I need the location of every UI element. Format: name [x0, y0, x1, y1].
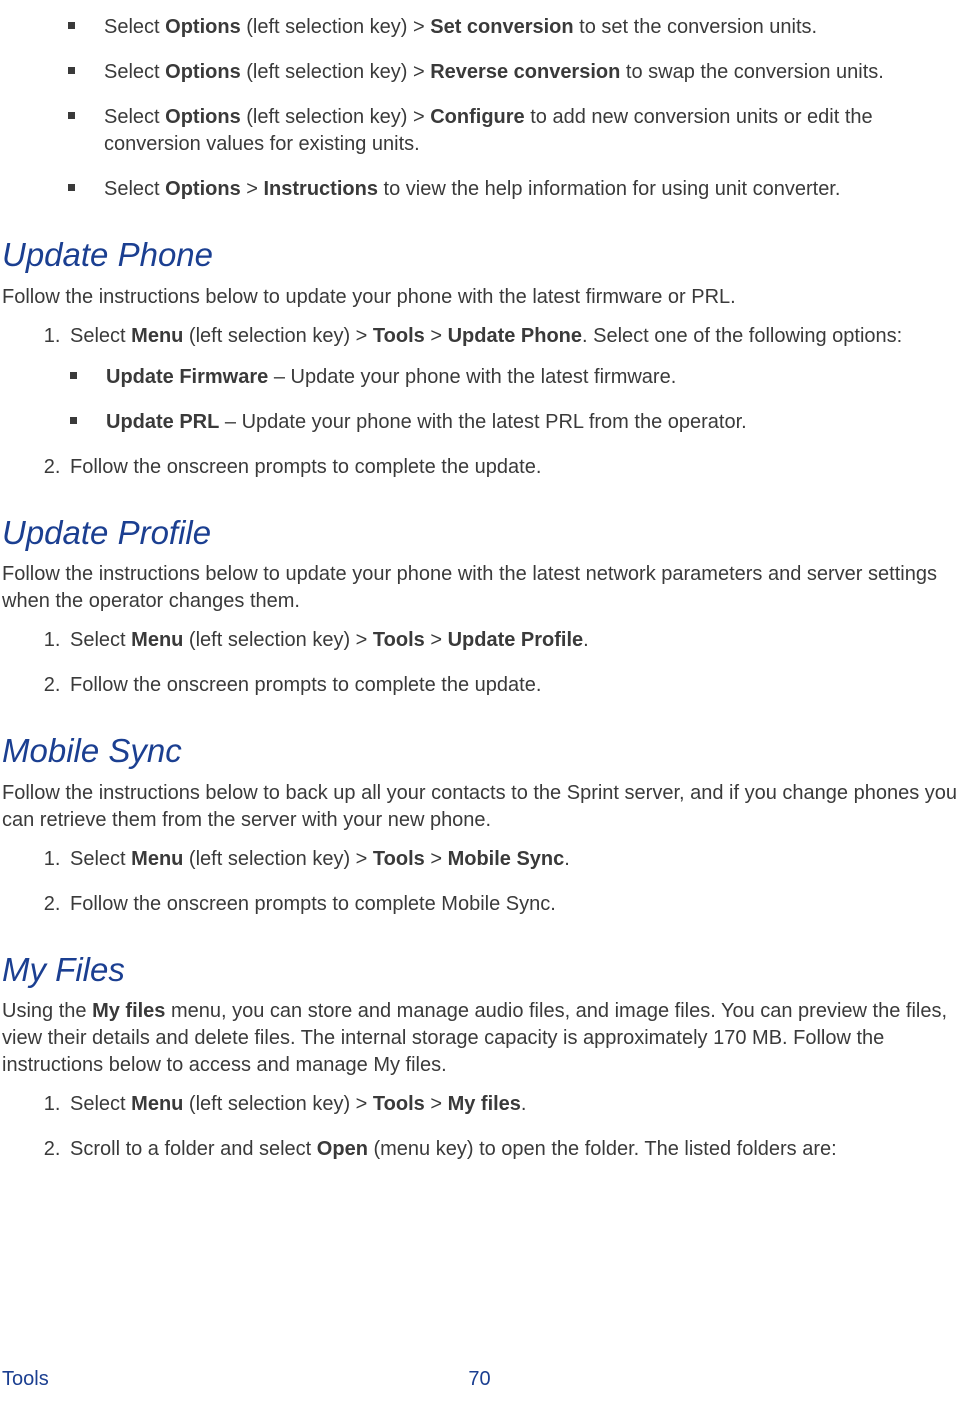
bold-text: Options	[165, 106, 241, 128]
text-run: – Update your phone with the latest PRL …	[219, 411, 746, 433]
text-run: >	[425, 325, 448, 347]
text-run: .	[521, 1093, 527, 1115]
intro-update-phone: Follow the instructions below to update …	[2, 284, 957, 311]
bold-text: Instructions	[264, 178, 378, 200]
list-item: Select Menu (left selection key) > Tools…	[66, 323, 957, 436]
bold-text: Update Firmware	[106, 366, 268, 388]
text-run: (left selection key) >	[241, 16, 431, 38]
text-run: Using the	[2, 1000, 92, 1022]
list-item: Select Options (left selection key) > Re…	[68, 59, 957, 86]
list-item: Select Menu (left selection key) > Tools…	[66, 627, 957, 654]
intro-update-profile: Follow the instructions below to update …	[2, 561, 957, 615]
text-run: Select	[104, 178, 165, 200]
list-item: Select Menu (left selection key) > Tools…	[66, 846, 957, 873]
bold-text: Update Phone	[448, 325, 582, 347]
list-item: Select Options (left selection key) > Co…	[68, 104, 957, 158]
text-run: (left selection key) >	[183, 325, 373, 347]
update-phone-steps: Select Menu (left selection key) > Tools…	[38, 323, 957, 481]
list-item: Update Firmware – Update your phone with…	[70, 364, 957, 391]
bold-text: Menu	[131, 629, 183, 651]
list-item: Follow the onscreen prompts to complete …	[66, 891, 957, 918]
text-run: (left selection key) >	[241, 106, 431, 128]
text-run: >	[425, 848, 448, 870]
text-run: .	[583, 629, 589, 651]
heading-update-profile: Update Profile	[2, 511, 957, 556]
text-run: Follow the onscreen prompts to complete …	[70, 893, 556, 915]
text-run: Select	[70, 629, 131, 651]
bold-text: Options	[165, 178, 241, 200]
text-run: Select	[104, 106, 165, 128]
intro-mobile-sync: Follow the instructions below to back up…	[2, 780, 957, 834]
update-profile-steps: Select Menu (left selection key) > Tools…	[38, 627, 957, 699]
text-run: (menu key) to open the folder. The liste…	[368, 1138, 837, 1160]
heading-update-phone: Update Phone	[2, 233, 957, 278]
list-item: Follow the onscreen prompts to complete …	[66, 672, 957, 699]
text-run: to view the help information for using u…	[378, 178, 840, 200]
document-page: Select Options (left selection key) > Se…	[0, 14, 969, 1163]
text-run: – Update your phone with the latest firm…	[268, 366, 676, 388]
footer-page-number: 70	[468, 1366, 490, 1393]
text-run: >	[425, 1093, 448, 1115]
intro-my-files: Using the My files menu, you can store a…	[2, 998, 957, 1079]
footer-section-name: Tools	[2, 1366, 49, 1393]
bold-text: Set conversion	[430, 16, 573, 38]
bold-text: Menu	[131, 1093, 183, 1115]
text-run: Scroll to a folder and select	[70, 1138, 317, 1160]
bold-text: Options	[165, 61, 241, 83]
bold-text: Tools	[373, 848, 425, 870]
text-run: (left selection key) >	[183, 848, 373, 870]
list-item: Scroll to a folder and select Open (menu…	[66, 1136, 957, 1163]
bold-text: My files	[92, 1000, 165, 1022]
text-run: .	[564, 848, 570, 870]
unit-converter-options-list: Select Options (left selection key) > Se…	[68, 14, 957, 203]
update-phone-sub-options: Update Firmware – Update your phone with…	[70, 364, 957, 436]
bold-text: Menu	[131, 848, 183, 870]
list-item: Update PRL – Update your phone with the …	[70, 409, 957, 436]
list-item: Follow the onscreen prompts to complete …	[66, 454, 957, 481]
list-item: Select Menu (left selection key) > Tools…	[66, 1091, 957, 1118]
text-run: Follow the onscreen prompts to complete …	[70, 674, 541, 696]
bold-text: Update PRL	[106, 411, 219, 433]
bold-text: Mobile Sync	[448, 848, 565, 870]
bold-text: Reverse conversion	[430, 61, 620, 83]
list-item: Select Options > Instructions to view th…	[68, 176, 957, 203]
text-run: (left selection key) >	[183, 629, 373, 651]
page-footer: Tools 70	[2, 1366, 957, 1393]
bold-text: Update Profile	[448, 629, 584, 651]
text-run: Select	[104, 16, 165, 38]
bold-text: Configure	[430, 106, 524, 128]
heading-my-files: My Files	[2, 948, 957, 993]
bold-text: Tools	[373, 629, 425, 651]
heading-mobile-sync: Mobile Sync	[2, 729, 957, 774]
text-run: Select	[104, 61, 165, 83]
mobile-sync-steps: Select Menu (left selection key) > Tools…	[38, 846, 957, 918]
bold-text: Tools	[373, 325, 425, 347]
text-run: >	[241, 178, 264, 200]
bold-text: My files	[448, 1093, 521, 1115]
text-run: Follow the onscreen prompts to complete …	[70, 456, 541, 478]
text-run: (left selection key) >	[183, 1093, 373, 1115]
list-item: Select Options (left selection key) > Se…	[68, 14, 957, 41]
text-run: >	[425, 629, 448, 651]
bold-text: Menu	[131, 325, 183, 347]
text-run: Select	[70, 325, 131, 347]
bold-text: Tools	[373, 1093, 425, 1115]
text-run: Select	[70, 848, 131, 870]
bold-text: Options	[165, 16, 241, 38]
bold-text: Open	[317, 1138, 368, 1160]
my-files-steps: Select Menu (left selection key) > Tools…	[38, 1091, 957, 1163]
text-run: to set the conversion units.	[574, 16, 817, 38]
text-run: Select	[70, 1093, 131, 1115]
text-run: . Select one of the following options:	[582, 325, 902, 347]
text-run: to swap the conversion units.	[620, 61, 883, 83]
text-run: (left selection key) >	[241, 61, 431, 83]
